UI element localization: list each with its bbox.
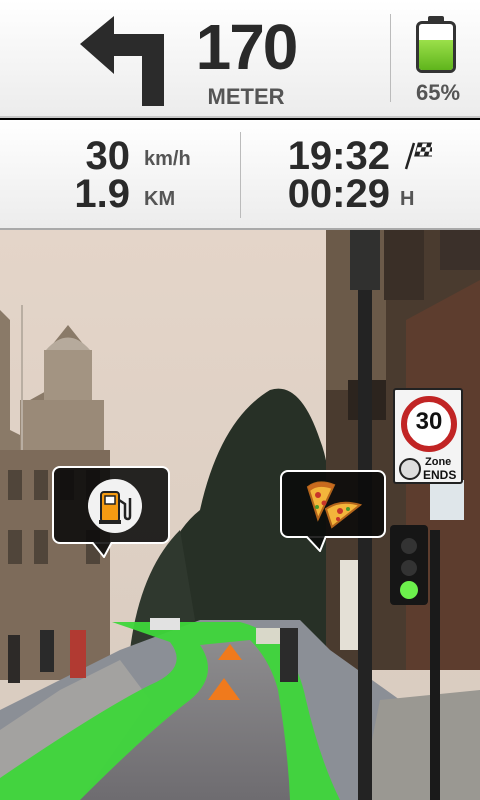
remaining-distance-unit: KM (144, 188, 176, 210)
zone-label: Zone (425, 456, 452, 468)
battery-icon (416, 16, 456, 74)
distance-to-turn: 170 (195, 11, 299, 83)
camera-view[interactable]: 30 Zone ENDS (0, 230, 480, 800)
remaining-time: 00:29 (287, 172, 390, 216)
battery-percent: 65% (415, 80, 461, 105)
divider (390, 14, 391, 102)
remaining-distance: 1.9 (74, 172, 130, 216)
maneuver-panel: 170 METER 65% (0, 0, 480, 118)
divider (240, 132, 241, 218)
gas-pump-icon (99, 491, 132, 524)
turn-left-icon (80, 16, 164, 106)
pizza-icon (306, 481, 363, 529)
poi-pointer (306, 536, 326, 552)
remaining-time-unit: H (400, 188, 415, 210)
poi-pointer (92, 542, 112, 558)
trip-info-panel: 30 km/h 1.9 KM 19:32 00:29 H (0, 120, 480, 230)
battery-level (419, 40, 453, 70)
speed-limit-zone-sign: 30 Zone ENDS (393, 388, 463, 484)
ends-label: ENDS (423, 468, 457, 482)
speed-limit-value: 30 (415, 408, 443, 435)
checkered-flag-icon (404, 142, 432, 170)
speed-unit: km/h (144, 148, 191, 170)
poi-gas-station-marker[interactable] (52, 466, 170, 544)
poi-pizza-marker[interactable] (280, 470, 386, 538)
distance-unit: METER (207, 84, 285, 109)
